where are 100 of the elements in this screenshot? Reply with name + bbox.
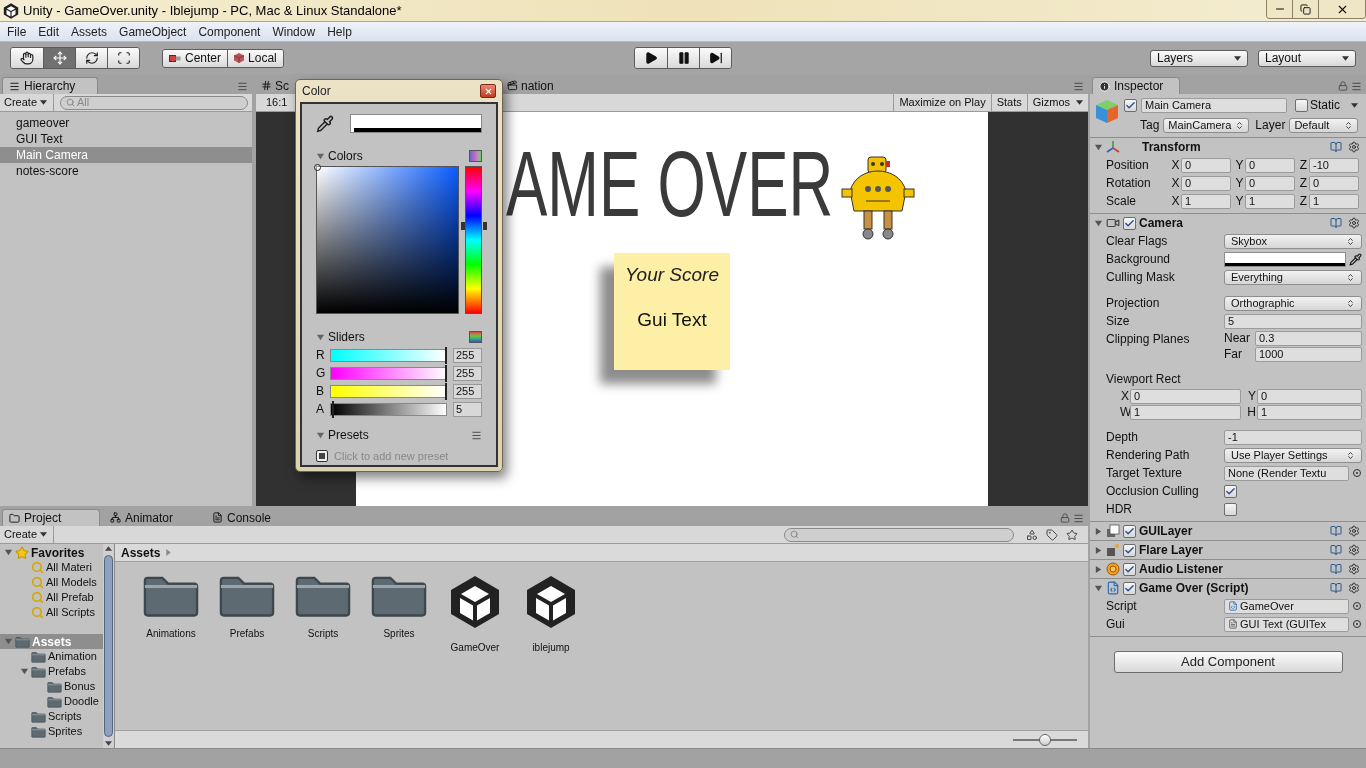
tree-row[interactable]: Prefabs [0,664,103,679]
tree-row[interactable]: Bonus [0,679,103,694]
restore-button[interactable] [1293,0,1319,18]
add-component-button[interactable]: Add Component [1113,651,1343,673]
checkbox[interactable] [1123,543,1136,557]
component-title[interactable]: GUILayer [1139,522,1193,540]
picker-cursor[interactable] [314,164,321,171]
asset-item[interactable]: Prefabs [209,572,285,642]
text-field[interactable]: -1 [1224,429,1362,445]
checkbox[interactable] [1123,216,1136,230]
number-field[interactable]: 1 [1130,404,1241,420]
number-field[interactable]: 1 [1245,193,1295,209]
color-swatch[interactable] [350,114,482,133]
checkbox[interactable] [1123,562,1136,576]
panel-tab[interactable]: Inspector [1092,77,1180,94]
scroll-up-icon[interactable] [105,546,112,551]
component-title[interactable]: Transform [1142,138,1201,156]
scroll-thumb[interactable] [104,555,113,737]
asset-item[interactable]: GameOver [437,572,513,655]
tool-button[interactable] [107,48,139,68]
expand-arrow-icon[interactable] [316,430,325,440]
checkbox[interactable] [1295,98,1308,112]
dropdown[interactable]: Orthographic [1224,295,1362,311]
checkbox[interactable] [1123,524,1136,538]
pivot-button[interactable]: Local [227,49,283,67]
play-button[interactable] [635,48,667,68]
expand-arrow-icon[interactable] [1094,564,1103,574]
slider-thumb[interactable] [1039,733,1051,746]
tree-row[interactable]: Animation [0,649,103,664]
create-button[interactable]: Create [4,526,55,543]
tree-row[interactable]: Favorites [0,545,103,560]
panel-menu-icon[interactable] [1073,513,1084,524]
lock-icon[interactable] [1060,513,1070,523]
presets-menu-icon[interactable] [471,429,482,441]
panel-tab[interactable]: Console [206,509,304,526]
hue-bar[interactable] [460,166,486,314]
create-button[interactable]: Create [4,94,55,111]
number-field[interactable]: 1 [1181,193,1231,209]
dropdown[interactable]: Skybox [1224,233,1362,249]
slider-thumb[interactable] [331,400,334,418]
number-field[interactable]: 1 [1309,193,1359,209]
slider-thumb[interactable] [444,346,447,364]
hierarchy-item[interactable]: gameover [0,115,252,131]
number-field[interactable]: 1 [1257,404,1362,420]
slider-track[interactable] [329,348,447,362]
dropdown[interactable]: Layout [1258,49,1356,67]
hue-marker[interactable] [460,222,487,230]
close-button[interactable] [480,84,496,98]
expand-arrow-icon[interactable] [316,332,325,342]
view-button[interactable]: Stats [990,94,1027,111]
expand-arrow-icon[interactable] [20,667,29,676]
asset-item[interactable]: Animations [133,572,209,642]
tree-row[interactable]: Sprites [0,724,103,739]
eyedropper-icon[interactable] [316,114,334,133]
value-field[interactable]: 255 [452,383,482,399]
dropdown[interactable]: Layers [1150,49,1248,67]
dropdown[interactable]: Everything [1224,269,1362,285]
slider-thumb[interactable] [444,364,447,382]
expand-arrow-icon[interactable] [1094,142,1103,152]
component-title[interactable]: Flare Layer [1139,541,1204,559]
object-picker-icon[interactable] [1352,468,1362,478]
type-filter-icon[interactable] [1026,528,1038,541]
name-field[interactable]: Main Camera [1141,97,1287,113]
pause-button[interactable] [667,48,699,68]
tree-row[interactable]: Doodle [0,694,103,709]
expand-arrow-icon[interactable] [1094,218,1103,228]
menu-item[interactable]: Assets [65,22,114,41]
label-filter-icon[interactable] [1046,528,1058,541]
slider-track[interactable] [329,402,447,416]
menu-item[interactable]: File [1,22,33,41]
dropdown[interactable]: Use Player Settings [1224,447,1362,463]
help-book-icon[interactable] [1330,563,1342,575]
number-field[interactable]: 0 [1257,388,1362,404]
color-mode-icon[interactable] [469,150,482,162]
tool-button[interactable] [11,48,43,68]
expand-arrow-icon[interactable] [1094,545,1103,555]
value-field[interactable]: 255 [452,365,482,381]
menu-item[interactable]: GameObject [113,22,193,41]
panel-tab[interactable]: Project [2,509,100,526]
lock-icon[interactable] [1338,81,1348,91]
panel-menu-icon[interactable] [237,81,248,92]
help-book-icon[interactable] [1330,544,1342,556]
checkbox[interactable] [1224,484,1237,498]
tool-button[interactable] [43,48,75,68]
slider-mode-icon[interactable] [469,331,482,343]
panel-menu-icon[interactable] [1073,81,1084,92]
tree-row[interactable]: All Materi [0,560,103,575]
checkbox[interactable] [1124,98,1137,112]
menu-item[interactable]: Component [192,22,267,41]
asset-item[interactable]: iblejump [513,572,589,655]
panel-tab[interactable]: Hierarchy [2,77,98,94]
asset-item[interactable]: Sprites [361,572,437,642]
minimize-button[interactable] [1267,0,1293,18]
scroll-down-icon[interactable] [105,741,112,746]
number-field[interactable]: 0 [1181,175,1231,191]
panel-tab[interactable]: Animator [104,509,202,526]
settings-icon[interactable] [1348,544,1360,556]
expand-arrow-icon[interactable] [1094,526,1103,536]
star-icon[interactable] [1066,528,1078,541]
expand-arrow-icon[interactable] [1094,583,1103,593]
